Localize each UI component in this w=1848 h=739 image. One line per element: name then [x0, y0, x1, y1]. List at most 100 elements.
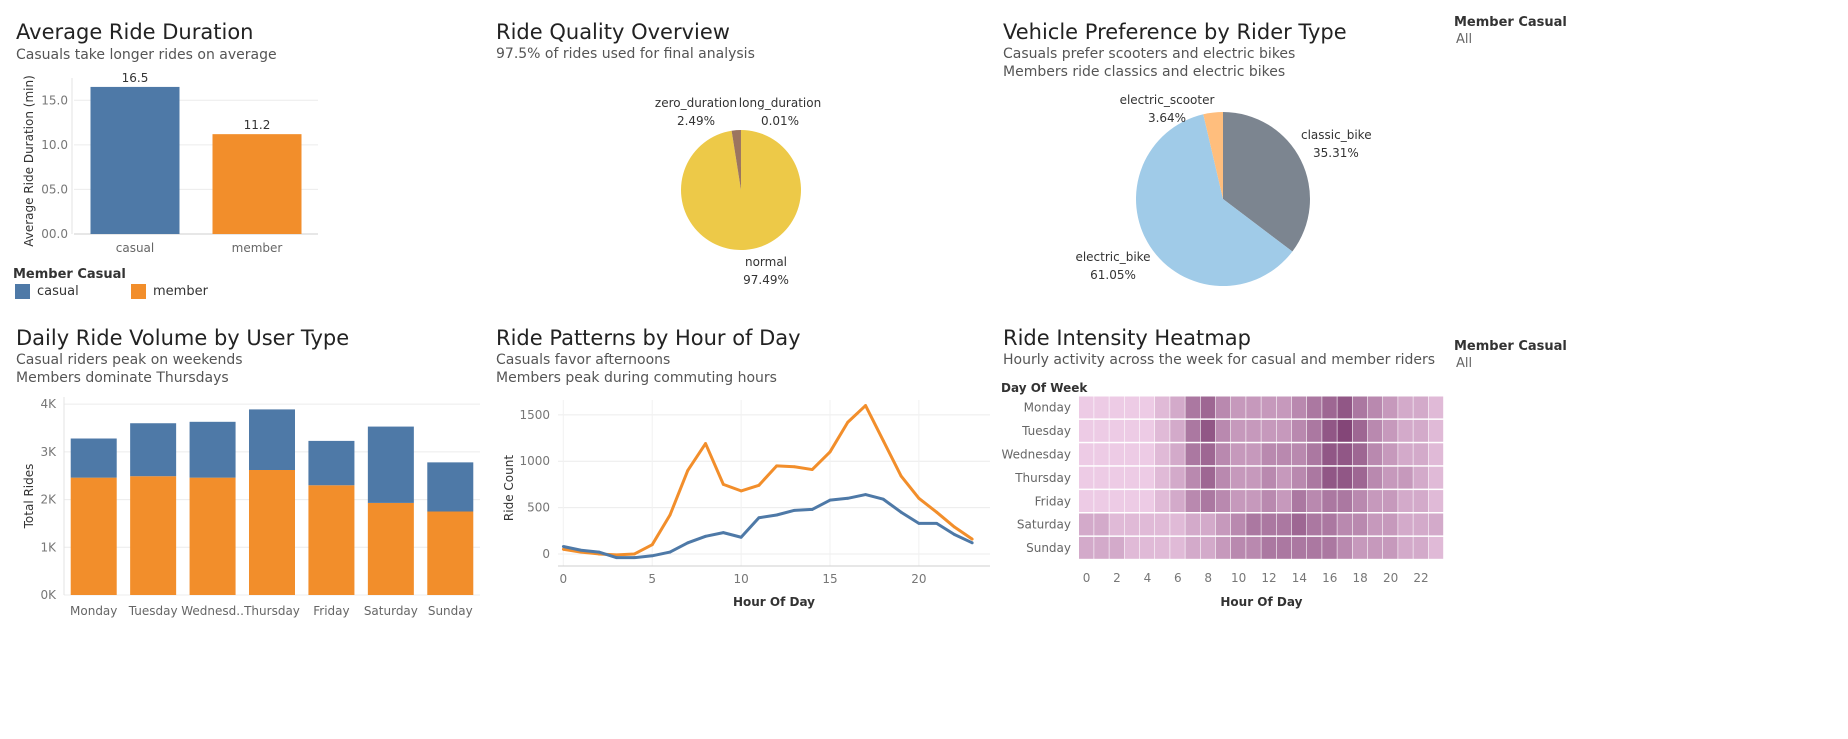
x-tick-label: Monday	[70, 604, 117, 618]
heatmap-cell	[1398, 466, 1413, 489]
heatmap-cell	[1170, 466, 1185, 489]
point-casual	[739, 535, 743, 539]
x-tick-label: 2	[1113, 571, 1121, 585]
heatmap-cell	[1231, 536, 1246, 559]
x-tick-label: Tuesday	[128, 604, 178, 618]
bar-casual-2	[189, 421, 236, 478]
heatmap-cell	[1155, 513, 1170, 536]
point-casual	[917, 521, 921, 525]
filter-value-bottom[interactable]: All	[1456, 356, 1472, 371]
heatmap-cell	[1352, 536, 1368, 559]
heatmap-cell	[1398, 419, 1413, 442]
heatmap-cell	[1200, 513, 1216, 536]
y-tick-label: 00.0	[41, 227, 68, 241]
x-tick-label: 0	[1083, 571, 1091, 585]
bar-casual-3	[249, 409, 295, 470]
heatmap-cell	[1413, 396, 1428, 419]
heatmap-cell	[1291, 536, 1307, 559]
heatmap-cell	[1170, 396, 1185, 419]
heatmap-cell	[1352, 466, 1368, 489]
heatmap-cell	[1200, 396, 1216, 419]
pie-pct-long_duration: 0.01%	[761, 114, 799, 128]
x-tick-label: 15	[822, 572, 837, 586]
y-tick-label: 4K	[40, 397, 57, 411]
bar-member-3	[249, 469, 295, 595]
heatmap-cell	[1155, 396, 1170, 419]
daily-volume-chart: 0K 1K 2K 3K 4K Total Rides Monday Tuesday Wednes…	[22, 397, 480, 618]
heatmap-cell	[1398, 443, 1413, 466]
heatmap-row-label: Tuesday	[1021, 424, 1071, 438]
point-casual	[881, 497, 885, 501]
heatmap-cell	[1307, 513, 1322, 536]
heatmap-cell	[1109, 466, 1124, 489]
heatmap-cell	[1231, 513, 1246, 536]
x-tick-label: 0	[560, 572, 568, 586]
heatmap-row-header: Day Of Week	[1001, 381, 1088, 395]
point-casual	[864, 493, 867, 496]
point-casual	[935, 521, 939, 525]
heatmap-cell	[1428, 466, 1444, 489]
x-tick-label: 10	[1231, 571, 1246, 585]
heatmap-row-label: Monday	[1024, 401, 1071, 415]
heatmap-cell	[1367, 419, 1383, 442]
heatmap-cell	[1246, 513, 1261, 536]
heatmap-cell	[1170, 536, 1185, 559]
heatmap-cell	[1215, 490, 1231, 512]
heatmap-cell	[1337, 536, 1352, 559]
heatmap-subtitle: Hourly activity across the week for casu…	[1003, 352, 1436, 368]
bar-member	[212, 134, 302, 234]
heatmap-cell	[1261, 490, 1276, 512]
vehicle-pref-subtitle-2: Members ride classics and electric bikes	[1003, 64, 1286, 80]
heatmap-cell	[1322, 490, 1337, 512]
heatmap-cell	[1155, 466, 1170, 489]
heatmap-cell	[1139, 396, 1155, 419]
heatmap-cell	[1352, 396, 1368, 419]
avg-duration-subtitle: Casuals take longer rides on average	[16, 47, 277, 63]
pie-label-normal: normal	[745, 255, 787, 269]
daily-volume-title: Daily Ride Volume by User Type	[16, 326, 350, 350]
heatmap-cell	[1185, 419, 1200, 442]
heatmap-cell	[1352, 513, 1368, 536]
point-casual	[633, 556, 636, 560]
heatmap-cell	[1398, 490, 1413, 512]
heatmap-cell	[1428, 490, 1444, 512]
legend-item-member[interactable]: member	[131, 284, 208, 299]
point-casual	[686, 541, 690, 545]
heatmap-cell	[1352, 443, 1368, 466]
bar-member-5	[367, 502, 414, 595]
point-member	[704, 442, 707, 445]
heatmap-cell	[1094, 490, 1109, 512]
heatmap-cell	[1322, 466, 1337, 489]
heatmap-cell	[1307, 536, 1322, 559]
heatmap-cell	[1367, 490, 1383, 512]
pie-pct-electric_scooter: 3.64%	[1148, 111, 1186, 125]
heatmap-cell	[1200, 443, 1216, 466]
heatmap-cell	[1185, 490, 1200, 512]
heatmap-cell	[1413, 490, 1428, 512]
x-tick-label: 20	[911, 572, 926, 586]
filter-value-top[interactable]: All	[1456, 32, 1472, 47]
x-tick-label: Thursday	[243, 604, 300, 618]
daily-volume-subtitle-2: Members dominate Thursdays	[16, 370, 229, 386]
y-tick-label: 3K	[40, 445, 57, 459]
y-tick-label: 1K	[40, 540, 57, 554]
x-tick-label: Wednesd..	[181, 604, 244, 618]
point-casual	[721, 531, 725, 535]
heatmap-cell	[1215, 396, 1231, 419]
x-tick-label: 16	[1322, 571, 1337, 585]
heatmap-cell	[1139, 513, 1155, 536]
heatmap-cell	[1079, 466, 1094, 489]
point-casual	[650, 554, 654, 558]
legend-item-casual[interactable]: casual	[15, 284, 79, 299]
vehicle-pref-pie-chart: classic_bike 35.31% electric_bike 61.05% ele…	[1075, 93, 1372, 286]
heatmap-cell	[1231, 419, 1246, 442]
y-tick-label: 500	[527, 501, 550, 515]
heatmap-cell	[1322, 513, 1337, 536]
heatmap-cell	[1383, 536, 1398, 559]
heatmap-cell	[1428, 396, 1444, 419]
legend-label-casual: casual	[37, 284, 79, 299]
heatmap-cell	[1383, 443, 1398, 466]
heatmap-cell	[1261, 419, 1276, 442]
point-casual	[668, 550, 672, 554]
heatmap-cell	[1367, 443, 1383, 466]
